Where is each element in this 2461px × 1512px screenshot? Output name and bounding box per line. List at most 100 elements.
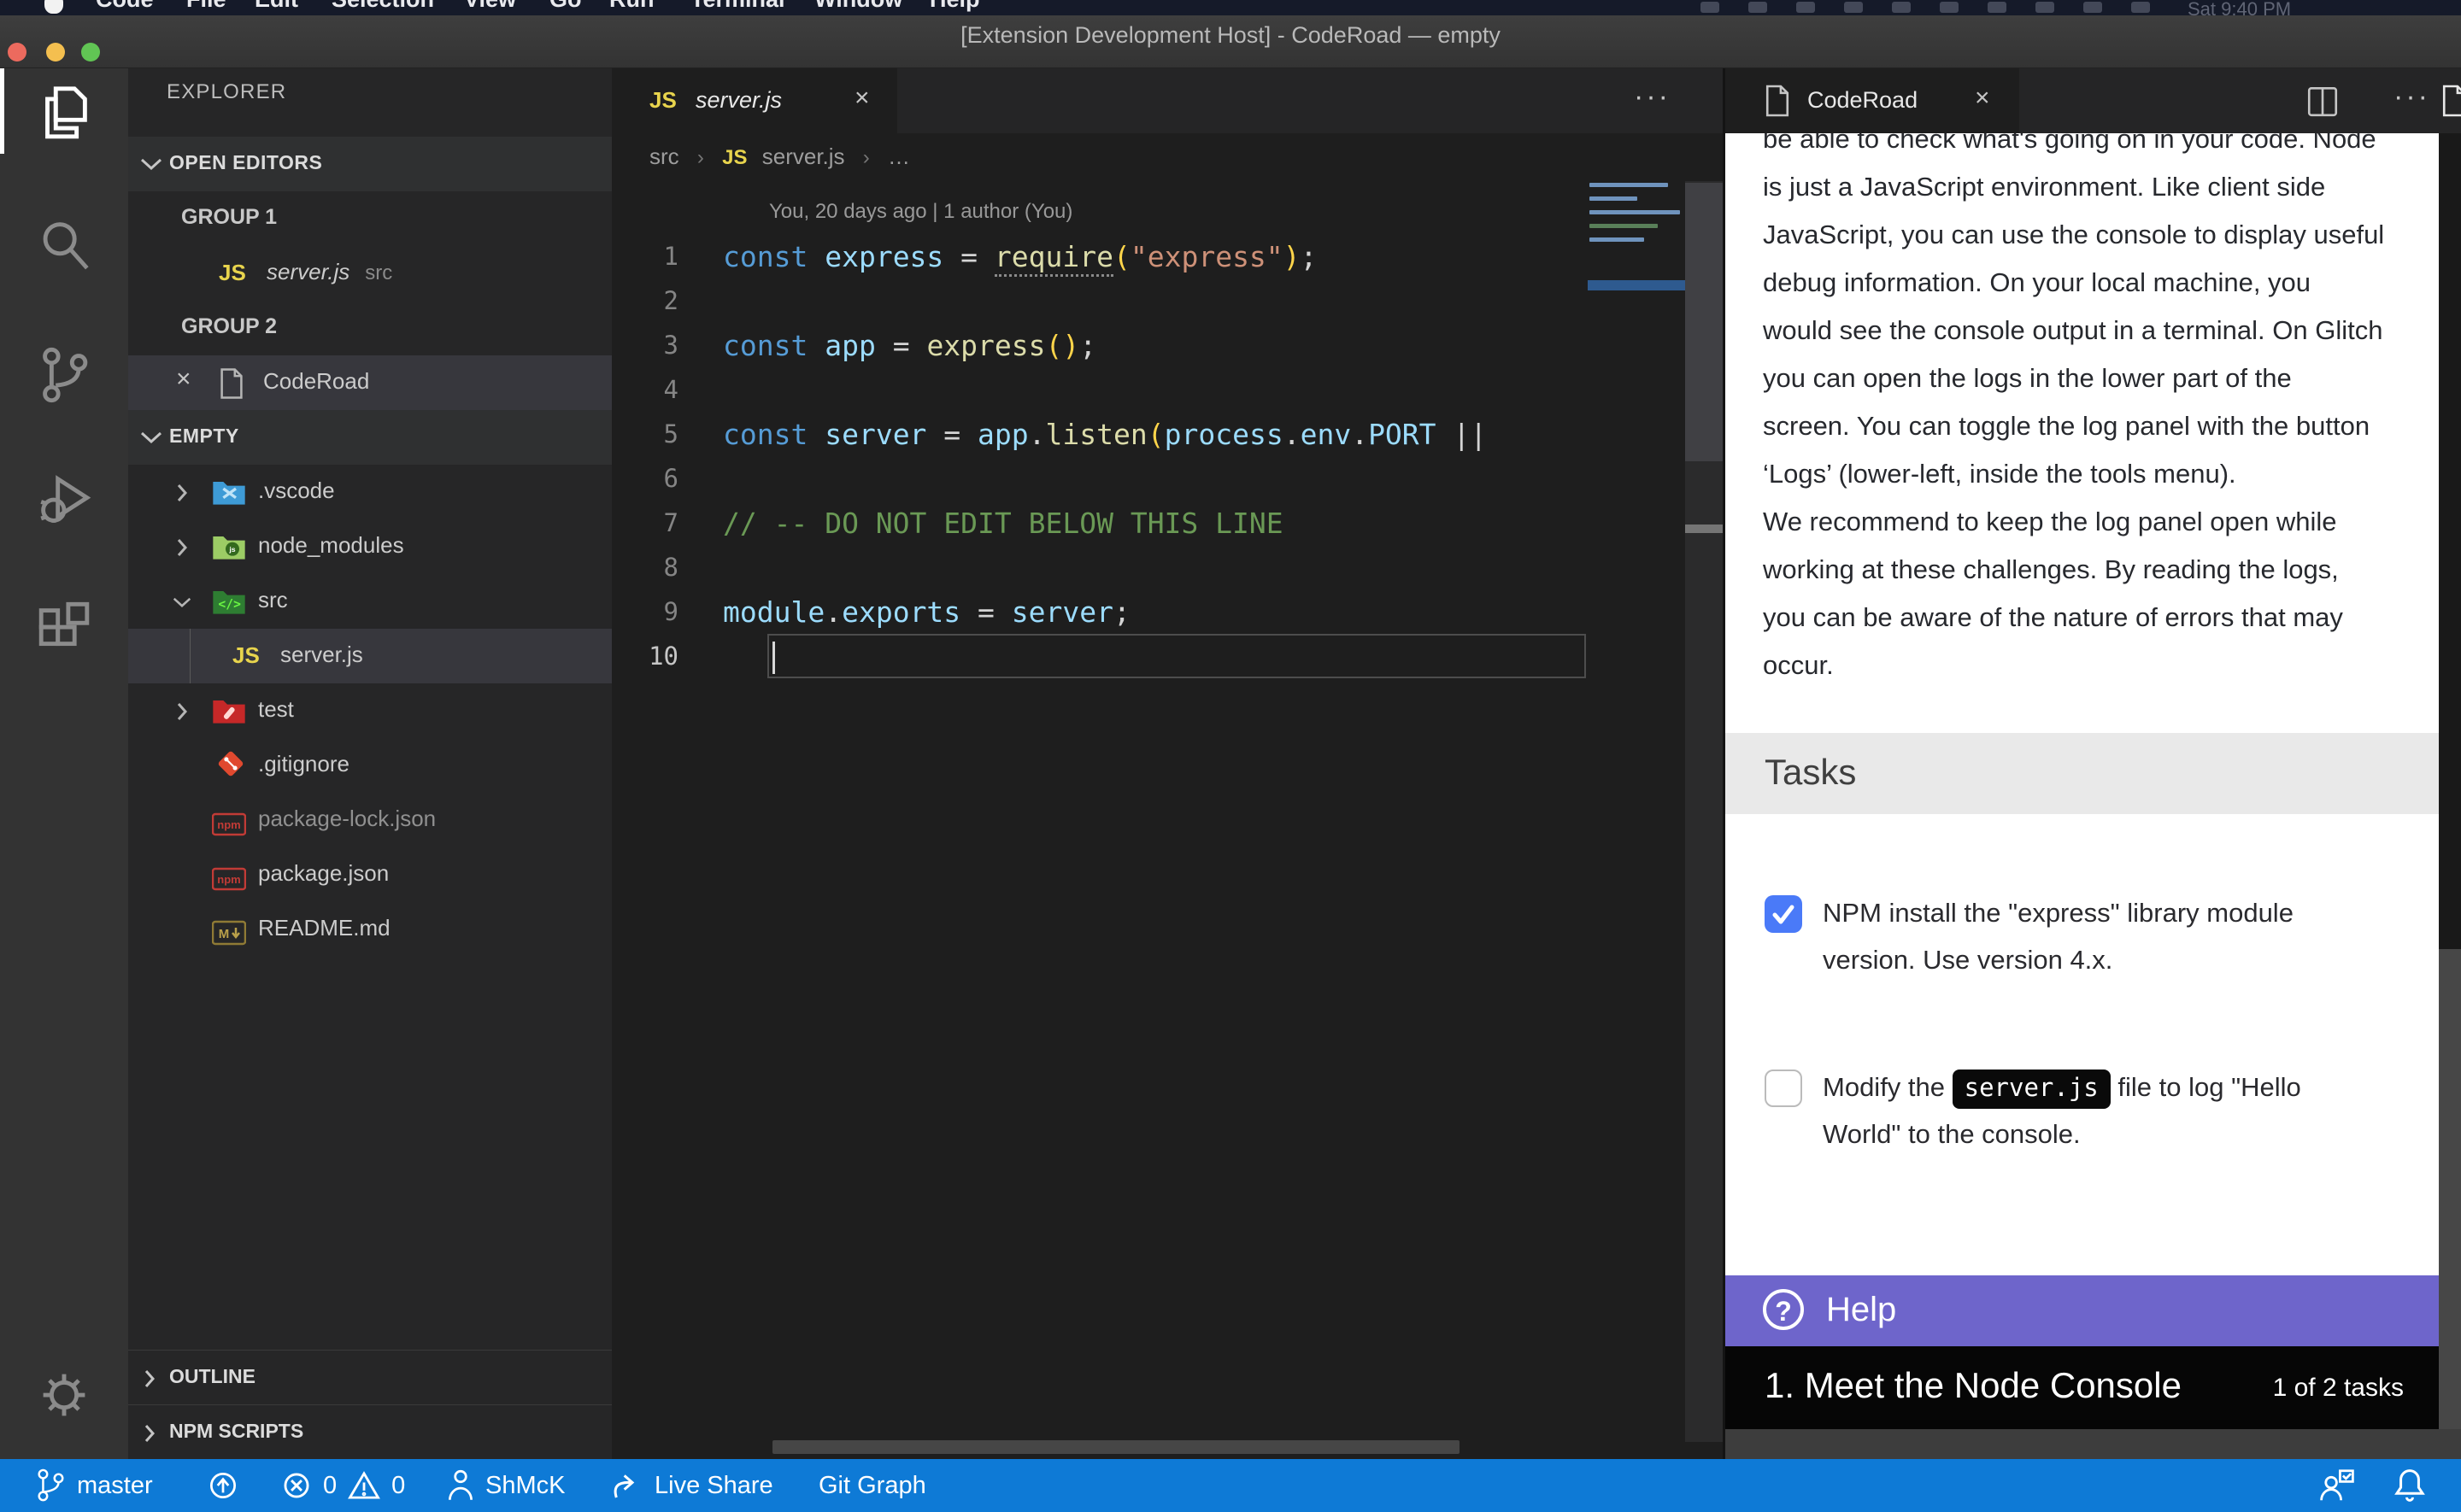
workspace-section-header[interactable]: EMPTY [128,410,612,465]
close-tab-icon[interactable]: × [1975,84,1990,113]
live-share-status-item[interactable]: Live Share [608,1459,773,1512]
breadcrumb-file[interactable]: server.js [762,144,845,169]
close-tab-icon[interactable]: × [855,84,870,113]
sync-status-item[interactable] [205,1459,241,1512]
menu-selection[interactable]: Selection [332,0,434,12]
activity-icon[interactable] [1940,2,1959,13]
close-icon[interactable]: × [176,365,191,394]
code-token: require [995,240,1113,277]
tree-item-package-json[interactable]: npm package.json [128,847,612,902]
code-line-9[interactable]: 9module.exports = server; [612,589,1588,634]
tree-item-readme[interactable]: M README.md [128,902,612,957]
webview-scrollbar-track[interactable] [2439,133,2461,949]
markdown-icon: M [212,918,246,947]
editor-group-1-label: GROUP 1 [128,191,612,246]
help-button[interactable]: ? Help [1725,1275,2461,1346]
menu-run[interactable]: Run [609,0,654,12]
menu-terminal[interactable]: Terminal [690,0,785,12]
horizontal-scrollbar[interactable] [772,1440,1460,1454]
task-2-checkbox[interactable] [1765,1070,1802,1107]
code-line-7[interactable]: 7// -- DO NOT EDIT BELOW THIS LINE [612,501,1588,545]
code-line-4[interactable]: 4 [612,367,1588,412]
menu-code[interactable]: Code [96,0,154,12]
notifications-item[interactable] [2393,1459,2427,1512]
live-share-label: Live Share [655,1472,773,1500]
control-center-icon[interactable] [2131,2,2150,13]
line-number: 6 [612,464,723,493]
task-1-checkbox[interactable] [1765,895,1802,933]
webview-scrollbar-thumb[interactable] [2439,949,2461,1429]
code-line-6[interactable]: 6 [612,456,1588,501]
extensions-icon [31,598,97,665]
minimap[interactable] [1588,183,1685,1440]
menu-file[interactable]: File [186,0,226,12]
lesson-text-line: is just a JavaScript environment. Like c… [1763,163,2438,211]
settings-gear-button[interactable] [0,1350,128,1444]
menu-edit[interactable]: Edit [255,0,298,12]
open-editor-serverjs[interactable]: JS server.jssrc [128,246,612,301]
tree-item-test[interactable]: test [128,683,612,738]
window-title: [Extension Development Host] - CodeRoad … [0,22,2461,49]
code-line-1[interactable]: 1const express = require("express"); [612,234,1588,278]
breadcrumb-src[interactable]: src [649,144,679,169]
tree-item-gitignore[interactable]: .gitignore [128,738,612,793]
tab-coderoad[interactable]: CodeRoad × [1725,68,2019,133]
menu-window[interactable]: Window [814,0,902,12]
code-line-2[interactable]: 2 [612,278,1588,323]
code-line-3[interactable]: 3const app = express(); [612,323,1588,367]
stage-title: 1. Meet the Node Console [1765,1365,2182,1406]
npm-scripts-section-header[interactable]: NPM SCRIPTS [128,1404,612,1459]
pointer-icon[interactable] [1844,2,1863,13]
more-actions-icon[interactable]: ··· [1634,80,1671,114]
tree-item-node-modules[interactable]: js node_modules [128,519,612,574]
code-token: ( [1046,329,1063,362]
open-editors-header[interactable]: OPEN EDITORS [128,137,612,191]
user-name: ShMcK [485,1472,565,1500]
sidebar-item-explorer[interactable] [0,68,128,162]
tree-item-package-lock[interactable]: npm package-lock.json [128,793,612,847]
editor-tab-bar: JS server.js × ··· [612,68,1723,133]
sidebar-item-source-control[interactable] [0,330,128,424]
stage-bar[interactable]: 1. Meet the Node Console 1 of 2 tasks [1725,1346,2461,1429]
live-share-contacts-item[interactable] [2317,1459,2357,1512]
code-token: = [926,418,978,451]
code-line-5[interactable]: 5const server = app.listen(process.env.P… [612,412,1588,456]
code-line-8[interactable]: 8 [612,545,1588,589]
sidebar-item-extensions[interactable] [0,586,128,680]
more-actions-icon[interactable]: ··· [2393,80,2430,114]
open-editor-coderoad[interactable]: × CodeRoad [128,355,612,410]
breadcrumb-symbol[interactable]: … [888,144,910,169]
tab-serverjs[interactable]: JS server.js × [612,68,897,133]
account-icon[interactable] [1892,2,1911,13]
wifi-icon[interactable] [2035,2,2054,13]
tree-item-src[interactable]: </> src [128,574,612,629]
code-token: app [825,329,876,362]
outline-section-header[interactable]: OUTLINE [128,1350,612,1404]
battery-icon[interactable] [1988,2,2006,13]
codelens-annotation[interactable]: You, 20 days ago | 1 author (You) [769,200,1072,224]
tree-item-serverjs[interactable]: JS server.js [128,629,612,683]
git-graph-status-item[interactable]: Git Graph [819,1459,926,1512]
menu-go[interactable]: Go [549,0,582,12]
focus-icon[interactable] [1748,2,1767,13]
display-icon[interactable] [1700,2,1719,13]
apple-menu-icon[interactable] [44,0,63,14]
code-editor[interactable]: 1const express = require("express");23co… [612,234,1588,678]
editor-scrollbar[interactable] [1685,181,1723,1442]
split-editor-icon[interactable] [2305,84,2341,120]
tree-item-vscode[interactable]: .vscode [128,465,612,519]
breadcrumb[interactable]: src › JS server.js › … [649,144,910,170]
problems-status-item[interactable]: 0 0 [280,1459,405,1512]
indent-guide [190,629,191,683]
gear-icon[interactable] [1796,2,1815,13]
warnings-icon [347,1469,381,1502]
account-status-item[interactable]: ShMcK [446,1459,565,1512]
scrollbar-thumb[interactable] [1685,183,1723,461]
sidebar-item-search[interactable] [0,200,128,294]
menu-help[interactable]: Help [930,0,980,12]
sidebar-item-run-debug[interactable] [0,454,128,548]
menu-view[interactable]: View [464,0,516,12]
spotlight-icon[interactable] [2083,2,2102,13]
branch-status-item[interactable]: master [34,1459,153,1512]
code-token: PORT [1368,418,1436,451]
